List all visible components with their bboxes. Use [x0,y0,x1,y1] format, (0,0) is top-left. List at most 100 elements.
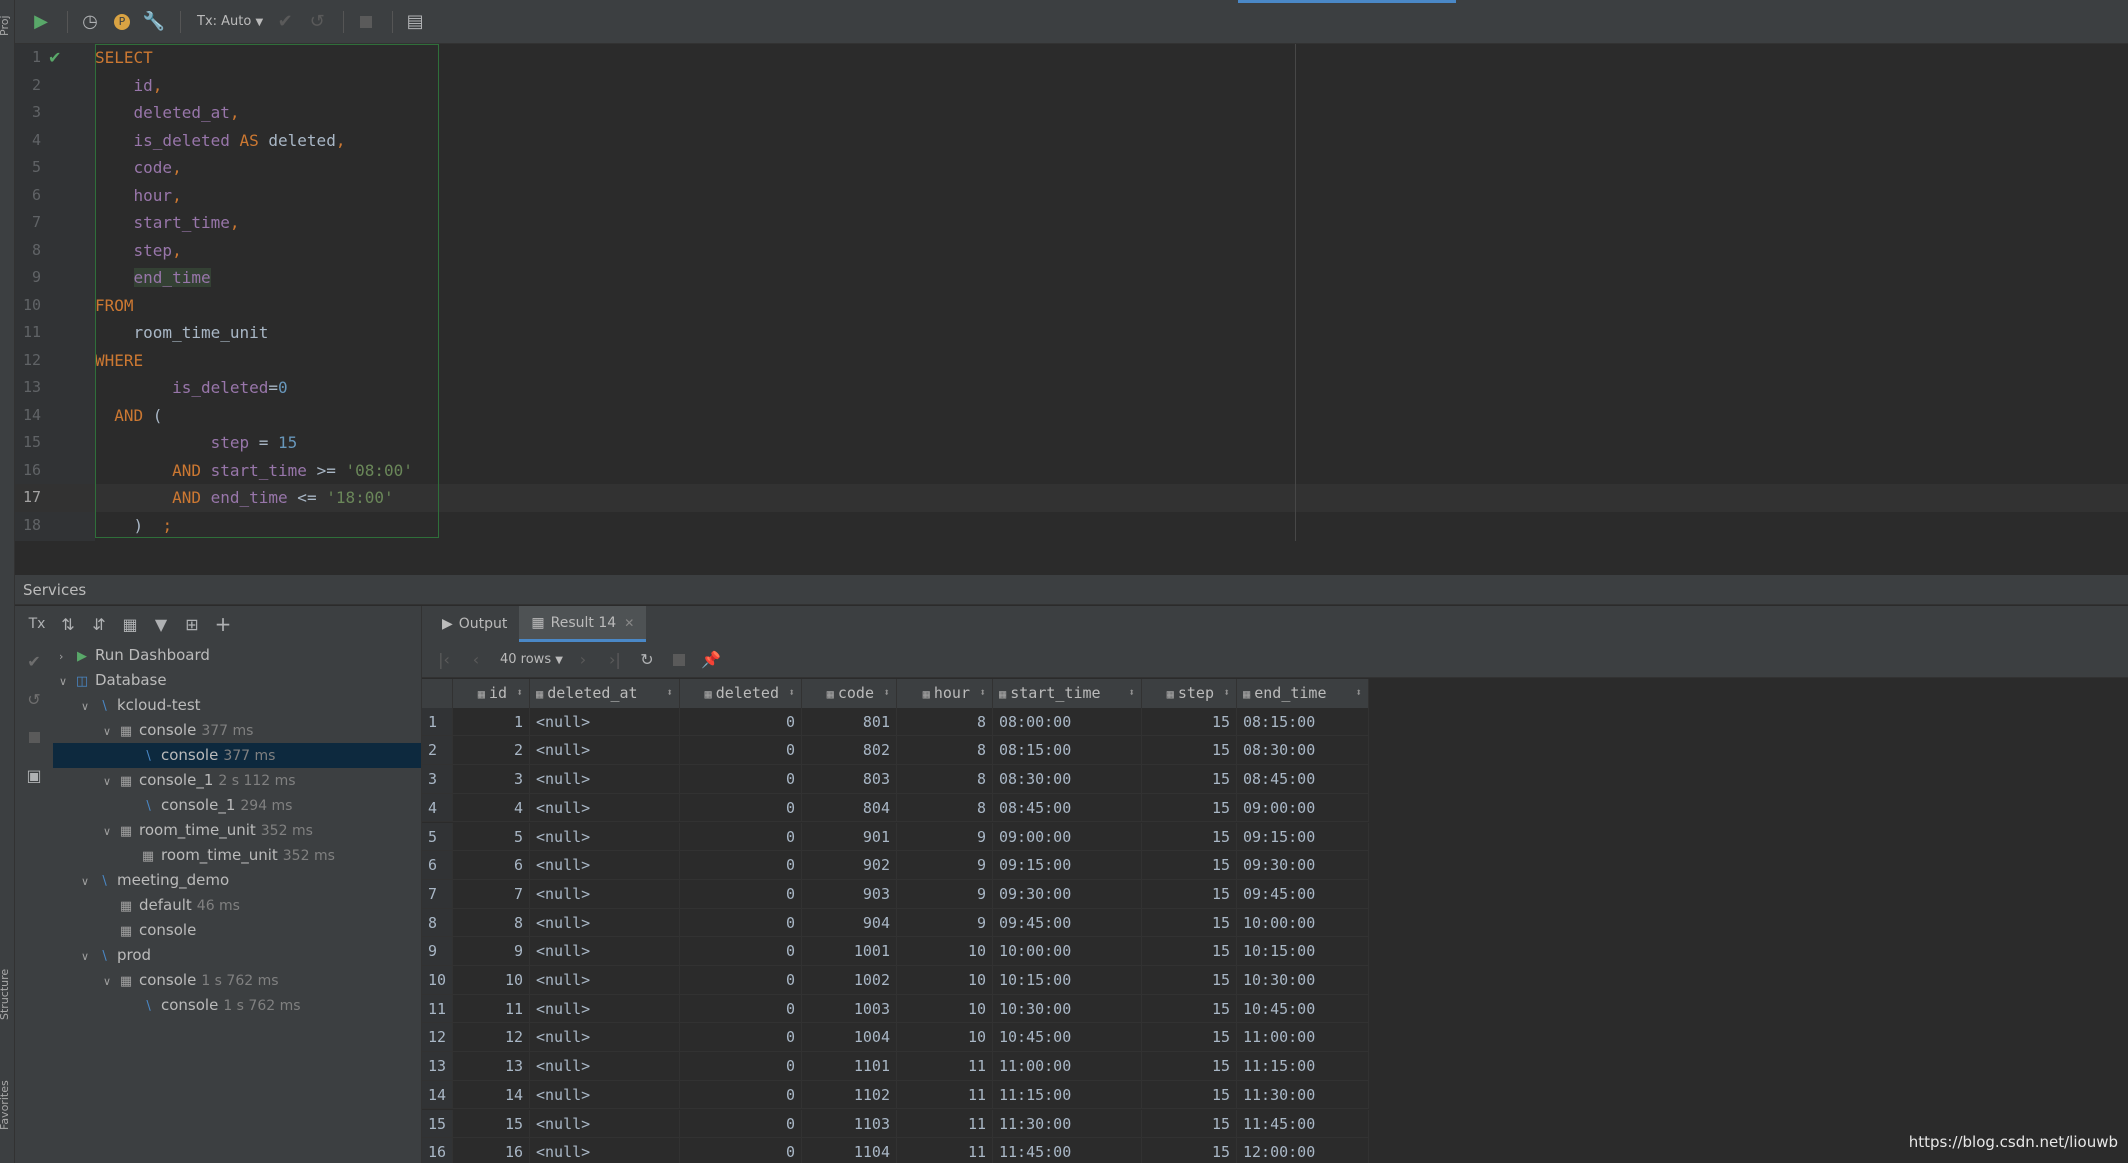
tree-item[interactable]: ∨ ◫ Database [53,668,421,693]
tree-item[interactable]: ∨ ▦ console 1 s 762 ms [53,968,421,993]
tree-item[interactable]: ∨ ∖ kcloud-test [53,693,421,718]
table-cell[interactable]: 11 [453,994,530,1024]
table-cell[interactable]: 15 [1142,879,1237,909]
table-cell[interactable]: 08:45:00 [1237,765,1369,794]
editor-line[interactable]: 10 FROM [15,292,2128,320]
last-page-button[interactable]: ›| [601,646,629,674]
expand-all-button[interactable]: ⇅ [54,610,82,638]
table-cell[interactable]: 08:30:00 [993,765,1142,794]
stop-button[interactable] [352,8,380,36]
row-number[interactable]: 4 [422,793,453,823]
table-cell[interactable]: 15 [1142,793,1237,823]
table-cell[interactable]: 10 [897,994,993,1024]
table-cell[interactable]: 1102 [802,1080,897,1110]
table-cell[interactable]: 0 [680,937,802,966]
table-cell[interactable]: 903 [802,879,897,909]
table-cell[interactable]: <null> [530,793,680,823]
table-cell[interactable]: 10 [897,966,993,995]
chevron-down-icon[interactable]: ∨ [103,719,117,744]
table-cell[interactable]: 11:45:00 [993,1138,1142,1163]
table-cell[interactable]: 1004 [802,1023,897,1053]
table-cell[interactable]: 0 [680,994,802,1024]
editor-line[interactable]: 13 is_deleted=0 [15,374,2128,402]
row-number[interactable]: 12 [422,1023,453,1053]
output-layout-button[interactable]: ▤ [401,8,429,36]
column-header[interactable]: ▦ code ⬍ [802,679,897,708]
table-cell[interactable]: 0 [680,851,802,880]
tree-item[interactable]: ∨ ∖ prod [53,943,421,968]
row-number[interactable]: 9 [422,937,453,966]
editor-line[interactable]: 18 ) ; [15,512,2128,540]
table-cell[interactable]: 15 [1142,707,1237,737]
tree-item[interactable]: › ▶ Run Dashboard [53,643,421,668]
rollback-button[interactable]: ↺ [303,8,331,36]
table-cell[interactable]: 10:30:00 [1237,966,1369,995]
editor-line[interactable]: 16 AND start_time >= '08:00' [15,457,2128,485]
refresh-button[interactable]: ↻ [633,646,661,674]
table-cell[interactable]: 8 [453,908,530,938]
table-cell[interactable]: 15 [1142,1023,1237,1053]
sort-icon[interactable]: ⬍ [883,679,890,708]
tree-item[interactable]: ∖ console 1 s 762 ms [53,993,421,1018]
table-cell[interactable]: 11 [897,1109,993,1139]
table-cell[interactable]: 11:00:00 [993,1052,1142,1081]
table-row[interactable]: 3 3 <null> 0 803 8 08:30:00 15 08:45:00 [422,765,1369,794]
table-cell[interactable]: <null> [530,1109,680,1139]
table-cell[interactable]: 15 [1142,1052,1237,1081]
row-number[interactable]: 3 [422,765,453,794]
sql-editor[interactable]: 1 SELECT 2 id, 3 deleted_at, 4 is_deleted AS… [15,44,2128,541]
transaction-mode-select[interactable]: Tx: Auto ▼ [189,14,271,29]
table-cell[interactable]: 0 [680,1080,802,1110]
table-cell[interactable]: 0 [680,793,802,823]
editor-line[interactable]: 12 WHERE [15,347,2128,375]
table-row[interactable]: 5 5 <null> 0 901 9 09:00:00 15 09:15:00 [422,822,1369,852]
tab-output[interactable]: ▶ Output [430,606,519,642]
row-number[interactable]: 15 [422,1109,453,1139]
table-cell[interactable]: 11 [897,1080,993,1110]
layout-side-button[interactable]: ▣ [15,756,53,794]
table-cell[interactable]: 0 [680,1023,802,1053]
column-header[interactable]: ▦ start_time ⬍ [993,679,1142,708]
next-page-button[interactable]: › [569,646,597,674]
table-cell[interactable]: 09:15:00 [1237,822,1369,852]
table-cell[interactable]: 15 [1142,736,1237,766]
tree-item[interactable]: ▦ default 46 ms [53,893,421,918]
table-cell[interactable]: <null> [530,966,680,995]
row-number[interactable]: 8 [422,908,453,938]
table-cell[interactable]: <null> [530,994,680,1024]
table-cell[interactable]: 10:45:00 [993,1023,1142,1053]
row-number[interactable]: 1 [422,707,453,737]
table-cell[interactable]: 8 [897,736,993,766]
editor-line[interactable]: 14 AND ( [15,402,2128,430]
tree-item[interactable]: ∖ console 377 ms [53,743,421,768]
table-row[interactable]: 4 4 <null> 0 804 8 08:45:00 15 09:00:00 [422,793,1369,823]
sort-icon[interactable]: ⬍ [1128,679,1135,708]
table-cell[interactable]: 802 [802,736,897,766]
table-cell[interactable]: 11 [897,1052,993,1081]
table-cell[interactable]: 801 [802,707,897,737]
table-cell[interactable]: <null> [530,736,680,766]
stop-side-button[interactable] [15,718,53,756]
table-row[interactable]: 1 1 <null> 0 801 8 08:00:00 15 08:15:00 [422,707,1369,737]
table-cell[interactable]: 08:15:00 [993,736,1142,766]
table-cell[interactable]: 09:30:00 [1237,851,1369,880]
table-cell[interactable]: <null> [530,1052,680,1081]
editor-line[interactable]: 2 id, [15,72,2128,100]
table-cell[interactable]: 15 [1142,994,1237,1024]
table-cell[interactable]: 9 [897,851,993,880]
row-number[interactable]: 14 [422,1080,453,1110]
cancel-query-button[interactable] [665,646,693,674]
table-cell[interactable]: 9 [453,937,530,966]
table-cell[interactable]: 11 [897,1138,993,1163]
chevron-down-icon[interactable]: ∨ [81,694,95,719]
table-cell[interactable]: 10:15:00 [1237,937,1369,966]
editor-line[interactable]: 6 hour, [15,182,2128,210]
structure-tool-tab[interactable]: Structure [0,969,11,1020]
sort-icon[interactable]: ⬍ [1355,679,1362,708]
table-cell[interactable]: 2 [453,736,530,766]
table-cell[interactable]: 15 [1142,1109,1237,1139]
table-row[interactable]: 9 9 <null> 0 1001 10 10:00:00 15 10:15:00 [422,937,1369,966]
chevron-down-icon[interactable]: ∨ [103,969,117,994]
table-cell[interactable]: 11:45:00 [1237,1109,1369,1139]
first-page-button[interactable]: |‹ [430,646,458,674]
